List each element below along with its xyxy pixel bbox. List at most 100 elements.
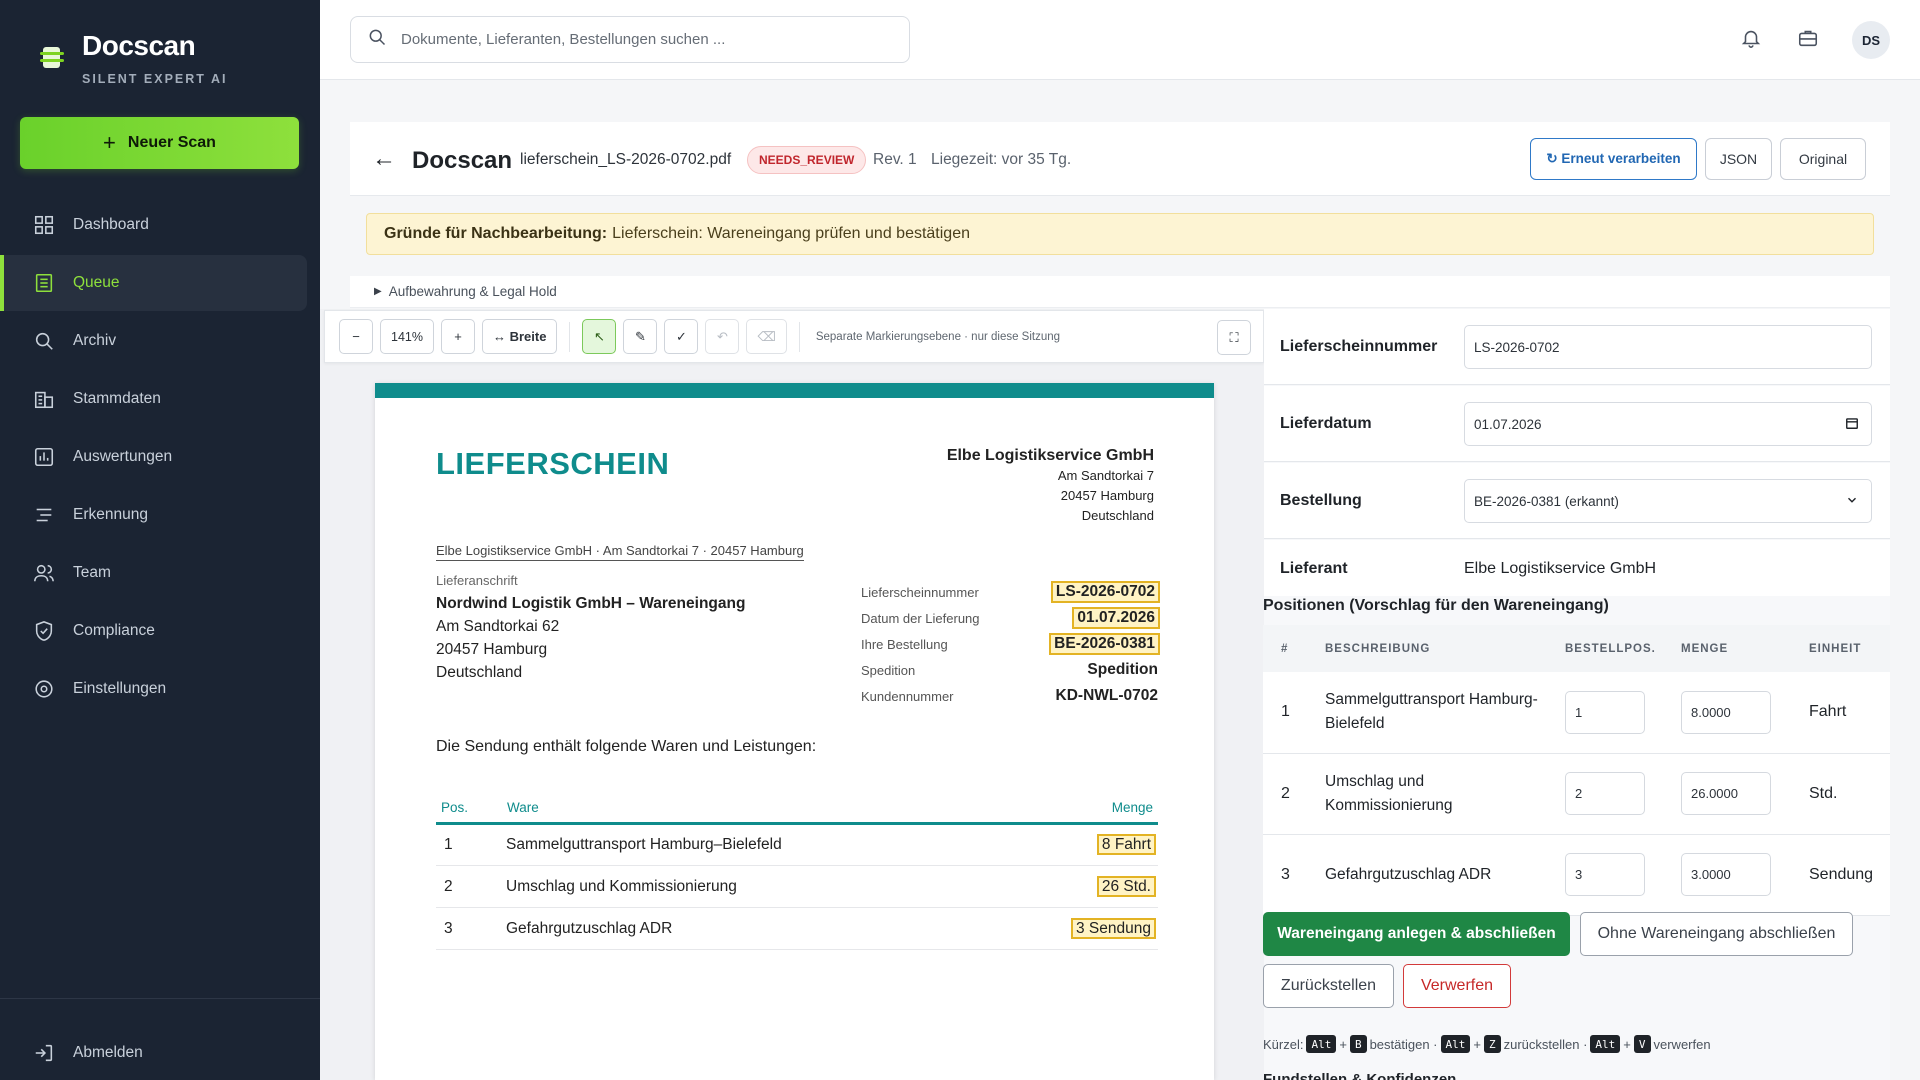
sidebar-item-erkennung[interactable]: Erkennung [0, 487, 320, 543]
field-lieferdatum: Lieferdatum 01.07.2026 [1264, 386, 1890, 462]
keyboard-shortcuts: Kürzel: Alt + B bestätigen · Alt + Z zurücks… [1263, 1035, 1711, 1053]
briefcase-icon[interactable] [1797, 27, 1821, 51]
cell-einheit: Std. [1799, 753, 1890, 835]
sidebar-item-compliance[interactable]: Compliance [0, 603, 320, 659]
eraser-icon[interactable]: ⌫ [746, 319, 787, 354]
sidebar-item-auswertungen[interactable]: Auswertungen [0, 429, 320, 485]
recipient-street: Am Sandtorkai 62 [436, 618, 560, 635]
recipient-address: Nordwind Logistik GmbH – Wareneingang Am… [436, 592, 745, 684]
original-button[interactable]: Original [1780, 138, 1866, 180]
search-input[interactable] [401, 31, 881, 48]
avatar[interactable]: DS [1852, 21, 1890, 59]
grid-icon [33, 214, 55, 236]
fit-width-button[interactable]: ↔ Breite [481, 319, 558, 354]
menge-input[interactable]: 8.0000 [1681, 690, 1771, 734]
json-button[interactable]: JSON [1705, 138, 1772, 180]
meta-value-highlight[interactable]: 01.07.2026 [1072, 607, 1160, 629]
table-header: Pos. Ware Menge [436, 793, 1158, 825]
new-scan-label: Neuer Scan [127, 134, 216, 151]
recipient-label: Lieferanschrift [436, 573, 518, 588]
cell-menge-highlight[interactable]: 3 Sendung [1071, 917, 1156, 939]
menge-input[interactable]: 26.0000 [1681, 772, 1771, 815]
calendar-icon[interactable] [1845, 416, 1859, 433]
cell-menge-highlight[interactable]: 8 Fahrt [1096, 834, 1157, 855]
sidebar-item-label: Auswertungen [73, 448, 173, 465]
reprocess-button[interactable]: ↻ Erneut verarbeiten [1530, 138, 1697, 180]
brand-name: Docscan [82, 30, 196, 61]
close-without-receipt-button[interactable]: Ohne Wareneingang abschließen [1580, 912, 1853, 956]
cell-einheit: Fahrt [1799, 672, 1890, 754]
positions-table: # BESCHREIBUNG BESTELLPOS. MENGE EINHEIT… [1263, 625, 1890, 916]
sidebar-item-label: Dashboard [73, 216, 149, 233]
table-row: 1 Sammelguttransport Hamburg–Bielefeld 8… [436, 823, 1158, 866]
sidebar-item-team[interactable]: Team [0, 545, 320, 601]
cell-number: 1 [1263, 672, 1315, 754]
kbd-plus: + [1623, 1036, 1631, 1052]
select-tool-icon[interactable]: ↖ [582, 319, 617, 354]
bestellpos-input[interactable]: 1 [1565, 690, 1645, 734]
sidebar-item-einstellungen[interactable]: Einstellungen [0, 661, 320, 717]
undo-icon[interactable]: ↶ [705, 319, 740, 354]
select-value: BE-2026-0381 (erkannt) [1474, 493, 1619, 509]
fullscreen-icon[interactable]: ⛶ [1217, 320, 1251, 355]
shortcut-text: verwerfen [1653, 1036, 1711, 1052]
brand-tagline: SILENT EXPERT AI [82, 72, 228, 86]
cell-description: Umschlag und Kommissionierung [1315, 753, 1555, 835]
create-goods-receipt-button[interactable]: Wareneingang anlegen & abschließen [1263, 912, 1570, 956]
table-row: 2 Umschlag und Kommissionierung 2 26.000… [1263, 753, 1890, 835]
meta-value: KD-NWL-0702 [1055, 687, 1158, 704]
zoom-in-button[interactable]: + [440, 319, 475, 354]
sidebar-item-label: Stammdaten [73, 390, 161, 407]
revision-label: Rev. 1 [873, 151, 917, 168]
defer-button[interactable]: Zurückstellen [1263, 964, 1394, 1008]
cell-menge-highlight[interactable]: 26 Std. [1096, 875, 1157, 897]
search-box[interactable] [350, 16, 910, 63]
bestellpos-input[interactable]: 2 [1565, 772, 1645, 815]
sidebar-item-dashboard[interactable]: Dashboard [0, 197, 320, 253]
field-label: Lieferscheinnummer [1280, 338, 1438, 355]
field-lieferant: Lieferant Elbe Logistikservice GmbH [1264, 540, 1890, 596]
sidebar-item-queue[interactable]: Queue [0, 255, 307, 311]
logout-button[interactable]: Abmelden [0, 1025, 320, 1080]
back-arrow-icon[interactable]: ← [372, 145, 396, 173]
sidebar-item-archiv[interactable]: Archiv [0, 313, 320, 369]
bestellpos-input[interactable]: 3 [1565, 853, 1645, 896]
sidebar-item-label: Einstellungen [73, 680, 167, 697]
retention-toggle[interactable]: ▶ Aufbewahrung & Legal Hold [350, 276, 1890, 308]
sidebar-item-stammdaten[interactable]: Stammdaten [0, 371, 320, 427]
sender-name: Elbe Logistikservice GmbH [946, 447, 1154, 464]
table-header: # BESCHREIBUNG BESTELLPOS. MENGE EINHEIT [1263, 625, 1890, 672]
review-reason-text: Lieferschein: Wareneingang prüfen und be… [612, 225, 970, 242]
check-tool-icon[interactable]: ✓ [664, 319, 699, 354]
sidebar-item-label: Queue [73, 274, 120, 291]
meta-row: Ihre Bestellung BE-2026-0381 [861, 631, 1160, 657]
brand[interactable]: Docscan SILENT EXPERT AI [40, 30, 227, 86]
meta-key: Datum der Lieferung [861, 610, 980, 626]
reject-button[interactable]: Verwerfen [1403, 964, 1511, 1008]
bestellung-select[interactable]: BE-2026-0381 (erkannt) [1464, 479, 1872, 523]
annotation-note: Separate Markierungsebene · nur diese Si… [815, 330, 1061, 343]
meta-value-highlight[interactable]: LS-2026-0702 [1050, 581, 1161, 603]
lieferscheinnummer-input[interactable]: LS-2026-0702 [1464, 325, 1872, 369]
new-scan-button[interactable]: + Neuer Scan [20, 117, 299, 169]
goods-table: Pos. Ware Menge 1 Sammelguttransport Ham… [436, 793, 1158, 950]
input-value: 01.07.2026 [1474, 416, 1542, 432]
bell-icon[interactable] [1740, 27, 1764, 51]
zoom-level[interactable]: 141% [380, 319, 434, 354]
meta-key: Ihre Bestellung [861, 636, 948, 652]
lieferdatum-input[interactable]: 01.07.2026 [1464, 402, 1872, 446]
pen-tool-icon[interactable]: ✎ [623, 319, 658, 354]
menge-input[interactable]: 3.0000 [1681, 853, 1771, 896]
sender-city: 20457 Hamburg [1060, 488, 1154, 503]
positions-title: Positionen (Vorschlag für den Wareneinga… [1263, 597, 1609, 614]
zoom-out-button[interactable]: − [339, 319, 373, 354]
table-row: 2 Umschlag und Kommissionierung 26 Std. [436, 865, 1158, 908]
sender-street: Am Sandtorkai 7 [1057, 468, 1154, 483]
chevron-down-icon [1845, 493, 1859, 510]
meta-value-highlight[interactable]: BE-2026-0381 [1049, 633, 1160, 655]
sidebar-item-label: Archiv [73, 332, 117, 349]
col-beschreibung: BESCHREIBUNG [1315, 625, 1555, 672]
topbar: DS [320, 0, 1920, 80]
return-address: Elbe Logistikservice GmbH · Am Sandtorka… [436, 543, 804, 561]
col-pos: Pos. [436, 793, 502, 825]
